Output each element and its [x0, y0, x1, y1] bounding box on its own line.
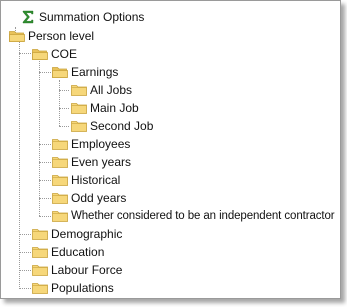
tree-connector [59, 90, 69, 91]
tree-item-label: Person level [28, 29, 95, 43]
folder-icon [71, 103, 87, 114]
tree-item-summation-options[interactable]: Summation Options [20, 8, 180, 26]
tree-panel: Summation Options Person level COE Earni… [0, 0, 341, 299]
folder-icon [52, 157, 68, 168]
sigma-icon [22, 10, 34, 24]
folder-open-icon [52, 67, 68, 78]
tree-item-label: COE [51, 47, 78, 61]
tree-item-label: Whether considered to be an independent … [71, 210, 335, 222]
tree-item-independent-contractor[interactable]: Whether considered to be an independent … [52, 207, 338, 225]
tree-item-label: Labour Force [51, 263, 123, 277]
tree-connector [19, 234, 31, 235]
tree-item-second-job[interactable]: Second Job [71, 117, 181, 135]
tree-item-earnings[interactable]: Earnings [52, 63, 152, 81]
tree-item-label: Earnings [71, 65, 119, 79]
tree-item-label: Historical [71, 173, 121, 187]
folder-icon [71, 121, 87, 132]
tree-connector [39, 61, 40, 216]
tree-connector [19, 53, 31, 54]
tree-item-all-jobs[interactable]: All Jobs [71, 81, 171, 99]
folder-icon [32, 265, 48, 276]
tree-item-labour-force[interactable]: Labour Force [32, 261, 152, 279]
tree-item-label: Second Job [90, 119, 154, 133]
tree-view: Summation Options Person level COE Earni… [1, 1, 340, 298]
folder-open-icon [32, 49, 48, 60]
folder-icon [52, 193, 68, 204]
folder-icon [52, 211, 68, 222]
tree-connector [39, 216, 51, 217]
folder-open-icon [9, 31, 25, 42]
folder-icon [32, 247, 48, 258]
tree-connector [19, 270, 31, 271]
tree-connector [39, 144, 51, 145]
folder-icon [71, 85, 87, 96]
tree-item-label: Populations [51, 281, 114, 295]
tree-item-odd-years[interactable]: Odd years [52, 189, 162, 207]
tree-item-coe[interactable]: COE [32, 45, 112, 63]
tree-connector [39, 72, 51, 73]
tree-connector [19, 252, 31, 253]
folder-icon [32, 229, 48, 240]
tree-item-person-level[interactable]: Person level [9, 27, 149, 45]
folder-icon [52, 139, 68, 150]
tree-item-label: Odd years [71, 191, 127, 205]
tree-item-historical[interactable]: Historical [52, 171, 162, 189]
tree-item-label: Main Job [90, 101, 139, 115]
tree-item-label: Education [51, 245, 105, 259]
tree-connector [59, 108, 69, 109]
tree-item-main-job[interactable]: Main Job [71, 99, 171, 117]
tree-connector [39, 162, 51, 163]
tree-connector [19, 288, 31, 289]
tree-item-demographic[interactable]: Demographic [32, 225, 152, 243]
tree-item-label: All Jobs [90, 83, 133, 97]
folder-icon [32, 283, 48, 294]
tree-item-label: Employees [71, 137, 131, 151]
tree-item-employees[interactable]: Employees [52, 135, 162, 153]
tree-item-education[interactable]: Education [32, 243, 152, 261]
tree-connector [39, 180, 51, 181]
tree-item-label: Demographic [51, 227, 123, 241]
tree-connector [59, 126, 69, 127]
tree-item-label: Even years [71, 155, 132, 169]
folder-icon [52, 175, 68, 186]
tree-item-populations[interactable]: Populations [32, 279, 152, 297]
tree-item-label: Summation Options [39, 10, 145, 24]
tree-item-even-years[interactable]: Even years [52, 153, 162, 171]
tree-connector [39, 198, 51, 199]
tree-connector [59, 80, 60, 126]
